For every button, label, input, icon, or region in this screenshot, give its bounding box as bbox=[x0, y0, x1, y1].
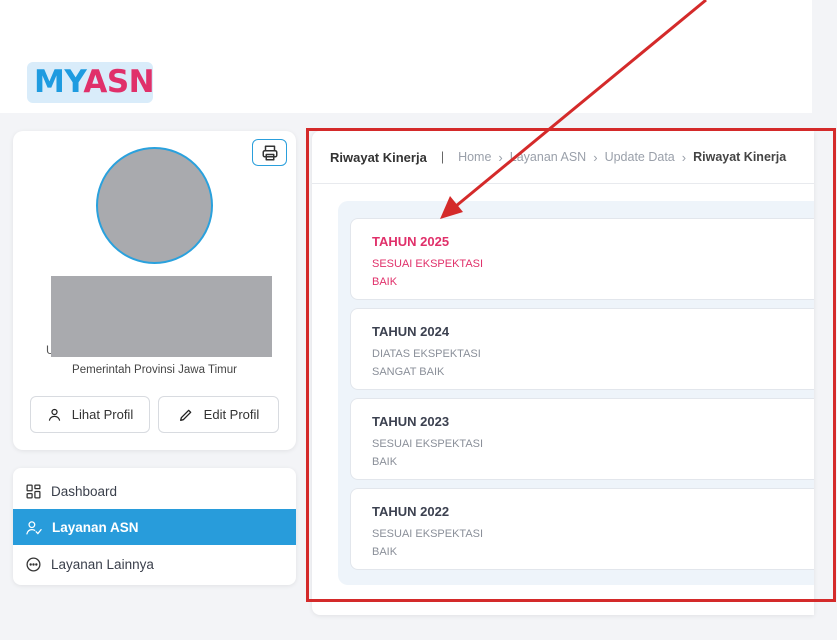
redacted-block bbox=[51, 276, 272, 357]
kinerja-year: TAHUN 2025 bbox=[372, 234, 450, 249]
pencil-icon bbox=[179, 409, 192, 421]
header-divider: | bbox=[440, 150, 445, 164]
view-profile-label: Lihat Profil bbox=[71, 407, 134, 422]
edit-profile-label: Edit Profil bbox=[203, 407, 260, 422]
nav-item-layanan-asn[interactable]: Layanan ASN bbox=[13, 509, 296, 545]
more-circle-icon bbox=[26, 556, 41, 572]
main-panel: Riwayat Kinerja | Home › Layanan ASN › U… bbox=[312, 131, 814, 615]
page-header: Riwayat Kinerja | Home › Layanan ASN › U… bbox=[312, 131, 814, 184]
kinerja-card-2022[interactable]: TAHUN 2022 SESUAI EKSPEKTASI BAIK bbox=[350, 488, 814, 570]
chevron-right-icon: › bbox=[593, 149, 598, 165]
kinerja-expectation: SESUAI EKSPEKTASI bbox=[372, 438, 484, 450]
kinerja-rating: BAIK bbox=[372, 456, 398, 468]
print-button[interactable] bbox=[252, 139, 287, 166]
kinerja-card-2024[interactable]: TAHUN 2024 DIATAS EKSPEKTASI SANGAT BAIK bbox=[350, 308, 814, 390]
user-check-icon bbox=[26, 520, 42, 535]
nav-item-layanan-lainnya[interactable]: Layanan Lainnya bbox=[13, 546, 296, 582]
kinerja-list: TAHUN 2025 SESUAI EKSPEKTASI BAIK TAHUN … bbox=[338, 201, 814, 585]
kinerja-expectation: SESUAI EKSPEKTASI bbox=[372, 528, 484, 540]
chevron-right-icon: › bbox=[498, 149, 503, 165]
user-icon bbox=[48, 408, 60, 421]
kinerja-year: TAHUN 2022 bbox=[372, 504, 450, 519]
kinerja-expectation: SESUAI EKSPEKTASI bbox=[372, 258, 484, 270]
profile-organization: Pemerintah Provinsi Jawa Timur bbox=[72, 364, 237, 376]
breadcrumb-current: Riwayat Kinerja bbox=[693, 150, 787, 164]
kinerja-card-2023[interactable]: TAHUN 2023 SESUAI EKSPEKTASI BAIK bbox=[350, 398, 814, 480]
breadcrumb-update-data[interactable]: Update Data bbox=[605, 150, 675, 164]
nav-label-layanan-asn: Layanan ASN bbox=[52, 519, 139, 535]
breadcrumb-layanan-asn[interactable]: Layanan ASN bbox=[510, 150, 586, 164]
nav-label-layanan-lainnya: Layanan Lainnya bbox=[51, 556, 154, 572]
side-nav: Dashboard Layanan ASN Layanan Lainnya bbox=[13, 468, 296, 585]
profile-card: U Pemerintah Provinsi Jawa Timur Lihat P… bbox=[13, 131, 296, 450]
avatar bbox=[96, 147, 213, 264]
nav-label-dashboard: Dashboard bbox=[51, 483, 118, 499]
grid-icon bbox=[26, 483, 41, 499]
view-profile-button[interactable]: Lihat Profil bbox=[30, 396, 150, 433]
breadcrumb-home[interactable]: Home bbox=[458, 150, 491, 164]
logo-text-my: MY bbox=[34, 64, 84, 100]
myasn-logo[interactable]: MYASN bbox=[27, 62, 155, 103]
nav-item-dashboard[interactable]: Dashboard bbox=[13, 473, 296, 509]
kinerja-expectation: DIATAS EKSPEKTASI bbox=[372, 348, 481, 360]
kinerja-rating: SANGAT BAIK bbox=[372, 366, 445, 378]
chevron-right-icon: › bbox=[681, 149, 687, 165]
top-bar: MYASN bbox=[0, 0, 812, 113]
page-title: Riwayat Kinerja bbox=[330, 149, 427, 165]
kinerja-year: TAHUN 2023 bbox=[372, 414, 450, 429]
kinerja-rating: BAIK bbox=[372, 276, 398, 288]
logo-text-asn: ASN bbox=[83, 64, 155, 100]
kinerja-rating: BAIK bbox=[372, 546, 398, 558]
edit-profile-button[interactable]: Edit Profil bbox=[158, 396, 279, 433]
kinerja-card-2025[interactable]: TAHUN 2025 SESUAI EKSPEKTASI BAIK bbox=[350, 218, 814, 300]
kinerja-year: TAHUN 2024 bbox=[372, 324, 450, 339]
printer-icon bbox=[262, 145, 277, 160]
